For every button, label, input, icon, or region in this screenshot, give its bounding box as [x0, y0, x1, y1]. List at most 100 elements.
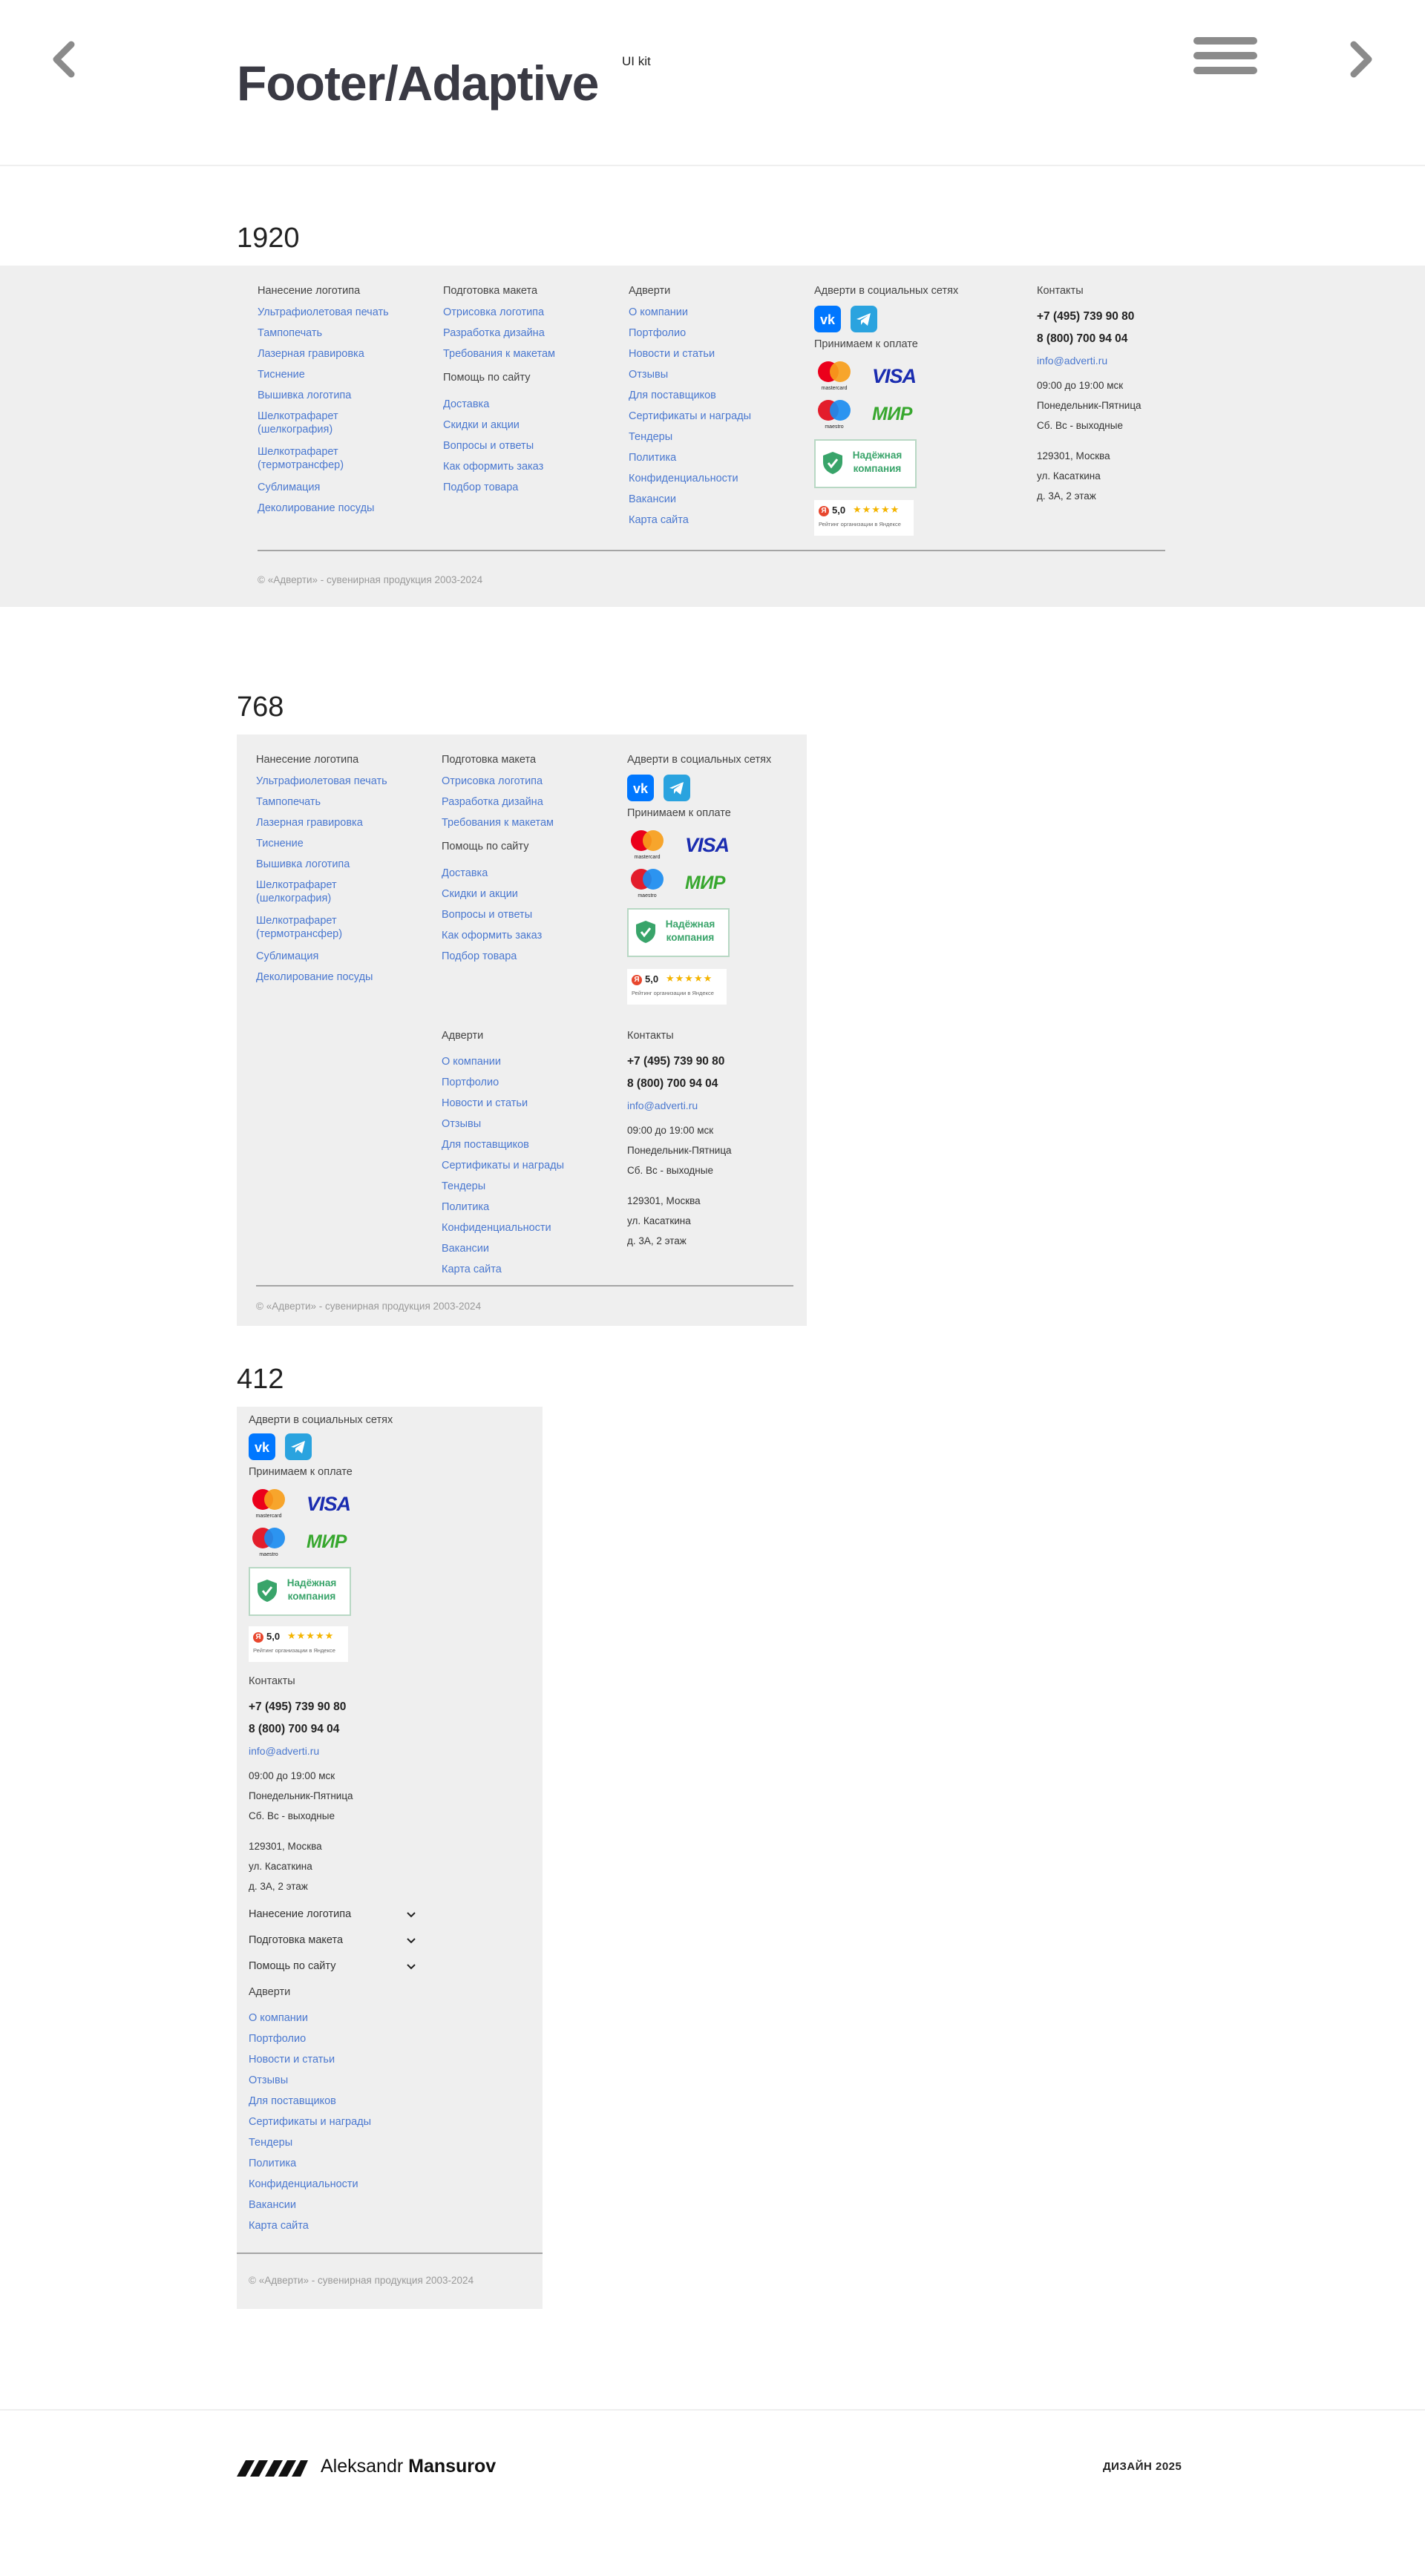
telegram-icon[interactable] [851, 306, 878, 332]
footer-link[interactable]: Вакансии [249, 2198, 531, 2219]
phone-link[interactable]: +7 (495) 739 90 80 [249, 1701, 531, 1723]
footer-link[interactable]: Лазерная гравировка [256, 816, 427, 837]
footer-link[interactable]: Для поставщиков [249, 2094, 531, 2115]
footer-link[interactable]: О компании [629, 306, 799, 326]
trust-badge[interactable]: Надёжная компания [627, 908, 730, 957]
footer-link[interactable]: Отзывы [442, 1117, 612, 1138]
footer-col-contacts: Контакты +7 (495) 739 90 80 8 (800) 700 … [249, 1675, 531, 1901]
footer-link[interactable]: Сублимация [258, 481, 428, 502]
footer-link[interactable]: Разработка дизайна [443, 326, 614, 347]
phone-link[interactable]: +7 (495) 739 90 80 [1037, 310, 1208, 332]
yandex-rating[interactable]: Я 5,0 ★★★★★ Рейтинг организации в Яндекс… [249, 1626, 348, 1662]
footer-link[interactable]: Шелкотрафарет (шелкография) [258, 410, 369, 445]
footer-link[interactable]: Ультрафиолетовая печать [256, 775, 427, 795]
footer-link[interactable]: Отрисовка логотипа [443, 306, 614, 326]
footer-link[interactable]: Как оформить заказ [442, 929, 612, 950]
trust-badge[interactable]: Надёжная компания [814, 439, 917, 488]
footer-link[interactable]: Конфиденциальности [629, 472, 799, 493]
footer-link[interactable]: Карта сайта [249, 2219, 531, 2240]
mir-icon: МИР [872, 404, 912, 424]
footer-link[interactable]: Деколирование посуды [256, 970, 427, 991]
footer-link[interactable]: Тендеры [629, 430, 799, 451]
footer-link[interactable]: Вышивка логотипа [258, 389, 428, 410]
footer-link[interactable]: Скидки и акции [443, 418, 614, 439]
vk-icon[interactable]: vk [627, 775, 654, 801]
footer-link[interactable]: Требования к макетам [442, 816, 612, 837]
footer-link[interactable]: Портфолио [629, 326, 799, 347]
yandex-rating[interactable]: Я 5,0 ★★★★★ Рейтинг организации в Яндекс… [627, 969, 727, 1005]
footer-link[interactable]: Сертификаты и награды [442, 1159, 612, 1180]
prev-page-button[interactable] [45, 37, 89, 82]
email-link[interactable]: info@adverti.ru [627, 1100, 798, 1125]
footer-link[interactable]: Политика [629, 451, 799, 472]
payment-row: mastercard VISA [249, 1485, 531, 1524]
footer-link[interactable]: Шелкотрафарет (термотрансфер) [258, 445, 369, 481]
phone-link[interactable]: +7 (495) 739 90 80 [627, 1055, 798, 1077]
footer-link[interactable]: Портфолио [442, 1076, 612, 1097]
visa-icon: VISA [872, 365, 917, 387]
footer-link[interactable]: Сертификаты и награды [249, 2115, 531, 2136]
footer-link[interactable]: Карта сайта [629, 513, 799, 534]
footer-link[interactable]: Политика [249, 2157, 531, 2178]
menu-button[interactable] [1193, 37, 1259, 82]
footer-link[interactable]: Вакансии [442, 1242, 612, 1263]
footer-link[interactable]: Лазерная гравировка [258, 347, 428, 368]
trust-badge[interactable]: Надёжная компания [249, 1567, 351, 1616]
footer-link[interactable]: О компании [249, 2011, 531, 2032]
footer-link[interactable]: Тиснение [256, 837, 427, 858]
accordion-layout[interactable]: Подготовка макета [249, 1934, 531, 1960]
col-heading: Помощь по сайту [442, 841, 529, 852]
footer-link[interactable]: Вопросы и ответы [443, 439, 614, 460]
footer-link[interactable]: Отзывы [629, 368, 799, 389]
footer-link[interactable]: Сублимация [256, 950, 427, 970]
footer-link[interactable]: Новости и статьи [249, 2053, 531, 2074]
footer-link[interactable]: Подбор товара [442, 950, 612, 970]
footer-link[interactable]: Требования к макетам [443, 347, 614, 368]
footer-link[interactable]: Отзывы [249, 2074, 531, 2094]
accordion-help[interactable]: Помощь по сайту [249, 1960, 531, 1986]
footer-link[interactable]: О компании [442, 1055, 612, 1076]
footer-link[interactable]: Тиснение [258, 368, 428, 389]
footer-link[interactable]: Сертификаты и награды [629, 410, 799, 430]
footer-link[interactable]: Доставка [443, 398, 614, 418]
footer-link[interactable]: Новости и статьи [442, 1097, 612, 1117]
footer-link[interactable]: Новости и статьи [629, 347, 799, 368]
footer-link[interactable]: Конфиденциальности [442, 1221, 612, 1242]
footer-link[interactable]: Для поставщиков [442, 1138, 612, 1159]
email-link[interactable]: info@adverti.ru [1037, 355, 1208, 380]
footer-link[interactable]: Вакансии [629, 493, 799, 513]
footer-link[interactable]: Доставка [442, 867, 612, 887]
footer-link[interactable]: Для поставщиков [629, 389, 799, 410]
footer-link[interactable]: Отрисовка логотипа [442, 775, 612, 795]
footer-link[interactable]: Деколирование посуды [258, 502, 428, 522]
vk-icon[interactable]: vk [249, 1433, 275, 1460]
footer-link[interactable]: Шелкотрафарет (шелкография) [256, 878, 367, 914]
footer-link[interactable]: Тампопечать [256, 795, 427, 816]
vk-icon[interactable]: vk [814, 306, 841, 332]
accordion-logo[interactable]: Нанесение логотипа [249, 1908, 531, 1934]
footer-link[interactable]: Скидки и акции [442, 887, 612, 908]
footer-link[interactable]: Тендеры [249, 2136, 531, 2157]
yandex-rating[interactable]: Я 5,0 ★★★★★ Рейтинг организации в Яндекс… [814, 500, 914, 536]
telegram-icon[interactable] [664, 775, 691, 801]
footer-link[interactable]: Конфиденциальности [249, 2178, 531, 2198]
phone-link[interactable]: 8 (800) 700 94 04 [627, 1077, 798, 1100]
footer-link[interactable]: Шелкотрафарет (термотрансфер) [256, 914, 367, 950]
footer-link[interactable]: Карта сайта [442, 1263, 612, 1284]
footer-link[interactable]: Подбор товара [443, 481, 614, 502]
footer-link[interactable]: Тампопечать [258, 326, 428, 347]
footer-link[interactable]: Портфолио [249, 2032, 531, 2053]
email-link[interactable]: info@adverti.ru [249, 1745, 531, 1770]
footer-link[interactable]: Разработка дизайна [442, 795, 612, 816]
chevron-right-icon [1350, 41, 1372, 78]
next-page-button[interactable] [1336, 37, 1380, 82]
phone-link[interactable]: 8 (800) 700 94 04 [1037, 332, 1208, 355]
footer-link[interactable]: Ультрафиолетовая печать [258, 306, 428, 326]
telegram-icon[interactable] [285, 1433, 312, 1460]
phone-link[interactable]: 8 (800) 700 94 04 [249, 1723, 531, 1745]
footer-link[interactable]: Как оформить заказ [443, 460, 614, 481]
footer-link[interactable]: Вышивка логотипа [256, 858, 427, 878]
footer-link[interactable]: Тендеры [442, 1180, 612, 1200]
footer-link[interactable]: Политика [442, 1200, 612, 1221]
footer-link[interactable]: Вопросы и ответы [442, 908, 612, 929]
